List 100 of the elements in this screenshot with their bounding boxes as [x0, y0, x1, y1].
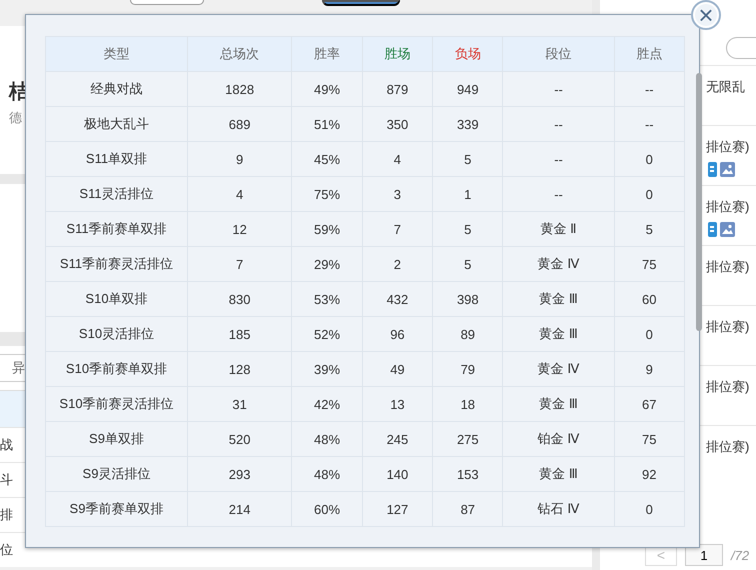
page-total: /72: [731, 548, 750, 562]
table-cell: S9灵活排位: [46, 456, 188, 492]
primary-button[interactable]: [322, 0, 400, 6]
table-cell: 42%: [292, 386, 362, 422]
table-cell: 黄金 Ⅳ: [502, 246, 614, 282]
table-cell: 92: [614, 456, 684, 492]
table-cell: S11单双排: [46, 142, 188, 176]
table-cell-text: 排: [0, 506, 14, 524]
table-cell: 128: [188, 352, 292, 386]
table-cell: 398: [432, 282, 503, 316]
table-cell: 127: [362, 492, 433, 526]
table-cell: 89: [432, 316, 503, 352]
table-cell: --: [502, 142, 614, 176]
table-cell: S10灵活排位: [46, 316, 188, 352]
table-cell: 0: [614, 142, 684, 176]
table-cell-text: 斗: [0, 471, 14, 489]
table-cell: 60: [614, 282, 684, 316]
table-cell: 12: [188, 212, 292, 246]
table-cell: 黄金 Ⅲ: [502, 386, 614, 422]
table-cell: 52%: [292, 316, 362, 352]
table-cell: 3: [362, 176, 433, 212]
table-cell: 5: [432, 142, 503, 176]
table-cell: 0: [614, 316, 684, 352]
badge-icon: [708, 222, 717, 237]
table-cell: S11季前赛单双排: [46, 212, 188, 246]
table-cell: 7: [362, 212, 433, 246]
match-title: 排位赛): [706, 438, 750, 456]
page-input[interactable]: 1: [685, 544, 723, 566]
table-cell: 432: [362, 282, 433, 316]
table-cell: 59%: [292, 212, 362, 246]
table-cell: S10季前赛单双排: [46, 352, 188, 386]
table-cell: 51%: [292, 106, 362, 142]
table-cell: S11灵活排位: [46, 176, 188, 212]
table-cell: 245: [362, 422, 433, 456]
table-cell: 350: [362, 106, 433, 142]
table-cell: 689: [188, 106, 292, 142]
scrollbar[interactable]: [696, 73, 702, 331]
table-cell: 45%: [292, 142, 362, 176]
table-cell: 293: [188, 456, 292, 492]
table-cell: 39%: [292, 352, 362, 386]
table-cell: --: [502, 176, 614, 212]
table-cell: 275: [432, 422, 503, 456]
table-cell: 67: [614, 386, 684, 422]
table-cell: 153: [432, 456, 503, 492]
table-cell: 经典对战: [46, 72, 188, 106]
table-cell: --: [502, 106, 614, 142]
match-title: 无限乱: [706, 78, 745, 96]
table-cell: 830: [188, 282, 292, 316]
toolbar-button[interactable]: [130, 0, 204, 5]
table-cell: 29%: [292, 246, 362, 282]
table-cell: 5: [432, 212, 503, 246]
table-cell: 黄金 Ⅳ: [502, 352, 614, 386]
table-cell: 1: [432, 176, 503, 212]
table-cell: S11季前赛灵活排位: [46, 246, 188, 282]
table-cell: 75: [614, 422, 684, 456]
table-cell: 5: [432, 246, 503, 282]
column-header: 段位: [502, 36, 614, 72]
table-cell: 79: [432, 352, 503, 386]
table-cell: --: [614, 72, 684, 106]
match-title: 排位赛): [706, 318, 750, 336]
table-cell: S9单双排: [46, 422, 188, 456]
table-cell: S10单双排: [46, 282, 188, 316]
table-cell: 520: [188, 422, 292, 456]
table-cell: 87: [432, 492, 503, 526]
image-icon: [720, 222, 735, 237]
table-cell: 黄金 Ⅲ: [502, 316, 614, 352]
column-header: 胜率: [292, 36, 362, 72]
image-icon: [720, 162, 735, 177]
table-cell: 黄金 Ⅲ: [502, 282, 614, 316]
table-cell: 949: [432, 72, 503, 106]
table-cell: 13: [362, 386, 433, 422]
match-title: 排位赛): [706, 198, 750, 216]
table-cell: 钻石 Ⅳ: [502, 492, 614, 526]
match-title: 排位赛): [706, 378, 750, 396]
table-cell: S9季前赛单双排: [46, 492, 188, 526]
match-title: 排位赛): [706, 258, 750, 276]
table-cell: 48%: [292, 422, 362, 456]
table-cell-text: 位: [0, 541, 14, 559]
table-cell: 4: [188, 176, 292, 212]
player-subtitle: 德: [9, 109, 22, 127]
table-cell: 185: [188, 316, 292, 352]
table-cell: 1828: [188, 72, 292, 106]
column-header: 胜场: [362, 36, 433, 72]
table-cell: S10季前赛灵活排位: [46, 386, 188, 422]
table-cell: 339: [432, 106, 503, 142]
badge-icon: [708, 162, 717, 177]
table-cell: 53%: [292, 282, 362, 316]
filter-button[interactable]: [726, 36, 756, 58]
column-header: 胜点: [614, 36, 684, 72]
table-cell: 18: [432, 386, 503, 422]
table-cell: 0: [614, 492, 684, 526]
table-cell: 极地大乱斗: [46, 106, 188, 142]
match-title: 排位赛): [706, 138, 750, 156]
table-cell: 4: [362, 142, 433, 176]
table-cell: 75: [614, 246, 684, 282]
table-cell: 7: [188, 246, 292, 282]
table-cell: --: [614, 106, 684, 142]
table-cell: 879: [362, 72, 433, 106]
table-cell: 铂金 Ⅳ: [502, 422, 614, 456]
table-cell: 9: [614, 352, 684, 386]
